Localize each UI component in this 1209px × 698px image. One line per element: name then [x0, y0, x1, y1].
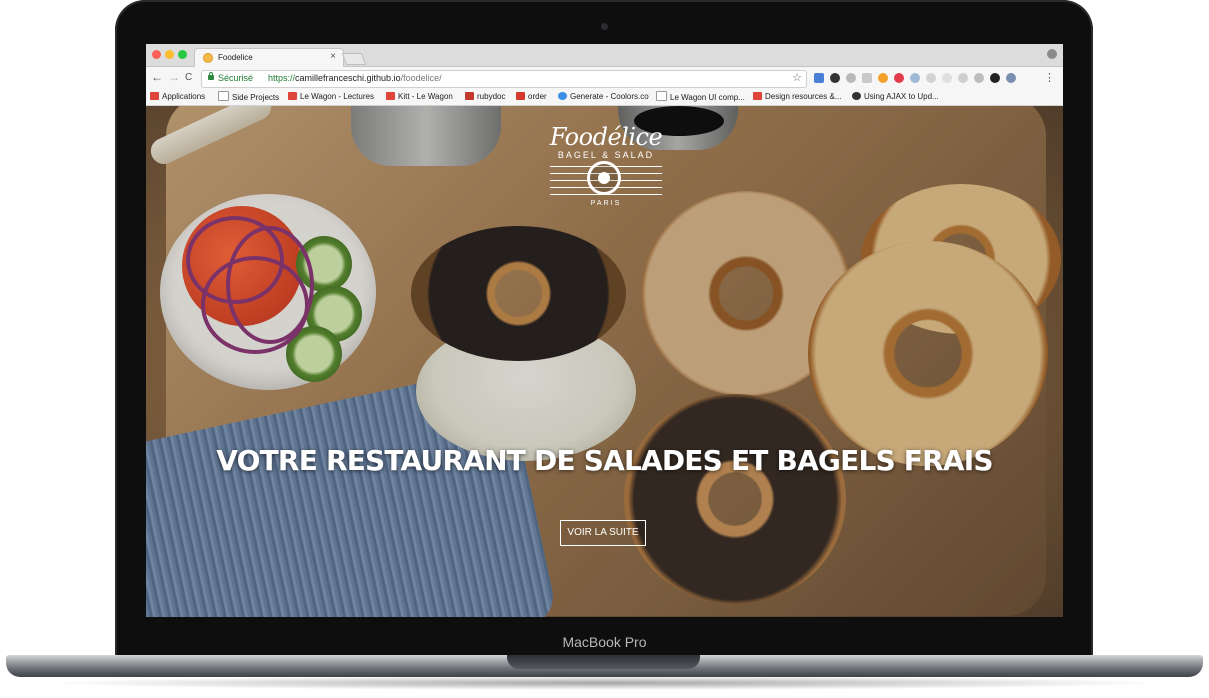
bookmark-applications[interactable]: Applications: [150, 91, 205, 103]
voir-la-suite-button[interactable]: VOIR LA SUITE: [560, 520, 646, 546]
tab-close-icon[interactable]: ×: [330, 51, 336, 62]
url-scheme: https://: [268, 73, 296, 83]
security-label: Sécurisé: [218, 73, 254, 83]
reload-button[interactable]: C: [185, 72, 192, 84]
bookmark-order[interactable]: order: [516, 91, 547, 103]
laptop-shadow: [40, 676, 1170, 690]
kitt-icon: [386, 92, 395, 100]
extension-icon[interactable]: [846, 73, 856, 83]
ruby-icon: [465, 92, 474, 100]
github-icon: [852, 92, 861, 100]
url-path: /foodelice/: [400, 73, 442, 83]
lock-icon: [208, 72, 214, 80]
extension-icon[interactable]: [894, 73, 904, 83]
maximize-window-button[interactable]: [178, 50, 187, 59]
coolors-icon: [558, 92, 567, 100]
profile-icon[interactable]: [1047, 49, 1057, 59]
bookmark-using-ajax[interactable]: Using AJAX to Upd...: [852, 91, 939, 103]
laptop-notch: [507, 655, 700, 669]
foodelice-logo[interactable]: Foodélice BAGEL & SALAD PARIS: [541, 124, 671, 234]
extension-icon[interactable]: [814, 73, 824, 83]
extension-icon[interactable]: [942, 73, 952, 83]
page-icon: [218, 91, 229, 101]
back-button[interactable]: ←: [151, 71, 163, 83]
bagel-emblem-icon: [550, 161, 662, 199]
menu-icon[interactable]: ⋮: [1044, 71, 1055, 84]
url-host: camillefranceschi.github.io: [295, 73, 401, 83]
design-icon: [753, 92, 762, 100]
camera-icon: [601, 23, 608, 30]
new-tab-button[interactable]: [341, 53, 367, 65]
extension-icon[interactable]: [974, 73, 984, 83]
hero-headline: VOTRE RESTAURANT DE SALADES ET BAGELS FR…: [216, 444, 993, 477]
bookmark-coolors[interactable]: Generate - Coolors.co: [558, 91, 649, 103]
extension-icon[interactable]: [910, 73, 920, 83]
bookmark-side-projects[interactable]: Side Projects: [218, 91, 279, 103]
browser-window: Foodelice × ← → C Sécurisé https://camil…: [146, 44, 1063, 617]
logo-name: Foodélice: [549, 123, 663, 151]
page-icon: [656, 91, 667, 101]
hero-section: Foodélice BAGEL & SALAD PARIS VOTRE REST…: [146, 106, 1063, 617]
extension-icon[interactable]: [990, 73, 1000, 83]
extension-icon[interactable]: [1006, 73, 1016, 83]
apps-grid-icon: [150, 92, 159, 100]
extension-icon[interactable]: [958, 73, 968, 83]
extension-icon[interactable]: [862, 73, 872, 83]
tab-foodelice[interactable]: Foodelice ×: [194, 48, 344, 67]
logo-tagline: BAGEL & SALAD: [557, 150, 655, 160]
bookmark-le-wagon-lectures[interactable]: Le Wagon - Lectures: [288, 91, 374, 103]
tab-bar: Foodelice ×: [146, 44, 1063, 67]
url-text: https://camillefranceschi.github.io/food…: [268, 73, 442, 83]
address-bar[interactable]: Sécurisé https://camillefranceschi.githu…: [201, 70, 807, 88]
extension-icon[interactable]: [926, 73, 936, 83]
bookmark-rubydoc[interactable]: rubydoc: [465, 91, 505, 103]
forward-button[interactable]: →: [168, 71, 180, 83]
minimize-window-button[interactable]: [165, 50, 174, 59]
logo-city: PARIS: [590, 200, 622, 207]
favicon-icon: [203, 53, 213, 63]
bookmark-design-resources[interactable]: Design resources &...: [753, 91, 841, 103]
tab-title: Foodelice: [218, 53, 253, 62]
device-label: MacBook Pro: [562, 634, 647, 650]
bookmark-star-icon[interactable]: ☆: [792, 71, 802, 84]
bookmarks-bar: Applications Side Projects Le Wagon - Le…: [146, 89, 1063, 106]
bookmark-kitt-le-wagon[interactable]: Kitt - Le Wagon: [386, 91, 453, 103]
bookmark-le-wagon-ui[interactable]: Le Wagon UI comp...: [656, 91, 745, 103]
brush-icon: [516, 92, 525, 100]
extension-icon[interactable]: [830, 73, 840, 83]
le-wagon-icon: [288, 92, 297, 100]
close-window-button[interactable]: [152, 50, 161, 59]
extension-icon[interactable]: [878, 73, 888, 83]
browser-toolbar: ← → C Sécurisé https://camillefranceschi…: [146, 67, 1063, 89]
